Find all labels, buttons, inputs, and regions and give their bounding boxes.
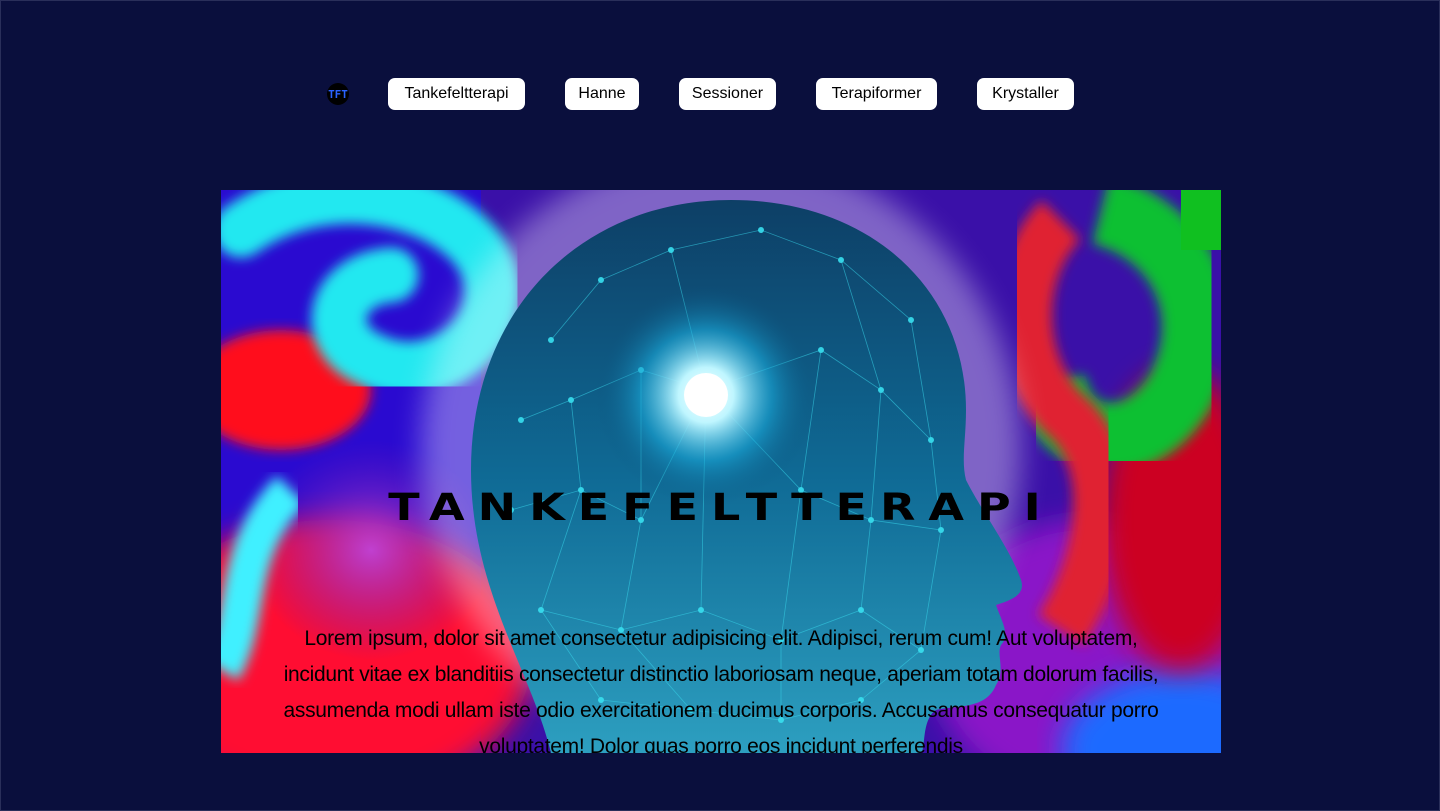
main-nav: TFT Tankefeltterapi Hanne Sessioner Tera…: [1, 78, 1440, 110]
logo-text: TFT: [328, 87, 348, 101]
nav-item-terapiformer[interactable]: Terapiformer: [816, 78, 937, 110]
nav-item-tankefeltterapi[interactable]: Tankefeltterapi: [388, 78, 525, 110]
nav-item-krystaller[interactable]: Krystaller: [977, 78, 1074, 110]
page: TFT Tankefeltterapi Hanne Sessioner Tera…: [0, 0, 1440, 811]
nav-item-hanne[interactable]: Hanne: [565, 78, 639, 110]
hero-description: Lorem ipsum, dolor sit amet consectetur …: [283, 627, 1159, 753]
logo[interactable]: TFT: [327, 83, 349, 105]
nav-item-sessioner[interactable]: Sessioner: [679, 78, 776, 110]
hero-section: Tankefeltterapi Lorem ipsum, dolor sit a…: [221, 190, 1221, 753]
hero-title: Tankefeltterapi: [388, 484, 1054, 530]
